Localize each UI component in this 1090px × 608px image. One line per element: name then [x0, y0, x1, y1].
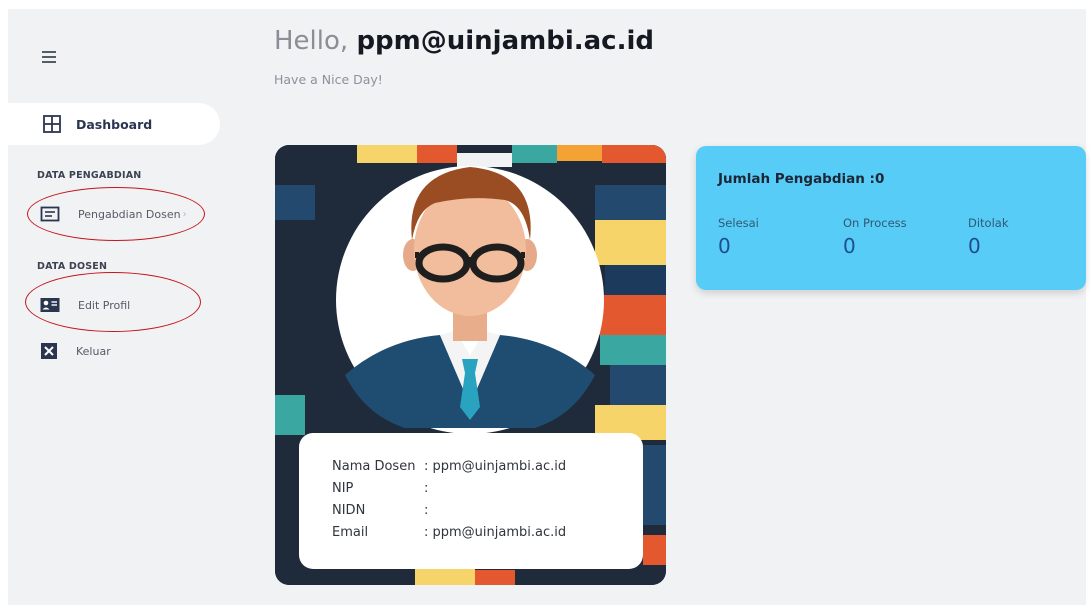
sidebar-item-label: Dashboard	[76, 116, 153, 132]
stat-value-ditolak: 0	[968, 234, 981, 258]
section-title-data-pengabdian: DATA PENGABDIAN	[37, 170, 142, 181]
annotation-circle-pengabdian	[27, 187, 205, 241]
sidebar-item-keluar[interactable]: Keluar	[40, 340, 111, 362]
greeting-heading: Hello, ppm@uinjambi.ac.id	[274, 26, 654, 56]
profile-row-nidn: NIDN:	[332, 503, 428, 518]
profile-key: NIP	[332, 481, 354, 496]
greeting-user: ppm@uinjambi.ac.id	[356, 26, 654, 56]
stat-label-ditolak: Ditolak	[968, 216, 1009, 230]
close-box-icon	[41, 343, 57, 359]
profile-value: :	[424, 481, 429, 496]
greeting-subtitle: Have a Nice Day!	[274, 72, 383, 87]
profile-row-email: Email : ppm@uinjambi.ac.id	[332, 525, 566, 540]
stat-value-on-process: 0	[843, 234, 856, 258]
sidebar-item-label: Keluar	[76, 344, 111, 358]
greeting-prefix: Hello,	[274, 26, 349, 56]
profile-key: Nama Dosen	[332, 459, 416, 474]
profile-value: :	[424, 503, 429, 518]
profile-key: NIDN	[332, 503, 366, 518]
sidebar-item-dashboard[interactable]: Dashboard	[8, 103, 220, 145]
profile-info-box: Nama Dosen : ppm@uinjambi.ac.id NIP: NIDN…	[299, 433, 643, 569]
stats-card: Jumlah Pengabdian :0 Selesai 0 On Proces…	[696, 146, 1086, 290]
profile-card: Nama Dosen : ppm@uinjambi.ac.id NIP: NIDN…	[275, 145, 666, 585]
section-title-data-dosen: DATA DOSEN	[37, 261, 108, 272]
hamburger-icon[interactable]	[42, 51, 56, 63]
annotation-circle-edit-profil	[25, 272, 201, 332]
profile-value: : ppm@uinjambi.ac.id	[424, 525, 567, 540]
stat-label-on-process: On Process	[843, 216, 907, 230]
stat-label-selesai: Selesai	[718, 216, 759, 230]
profile-row-nip: NIP:	[332, 481, 428, 496]
stats-title: Jumlah Pengabdian :0	[718, 171, 885, 187]
dashboard-grid-icon	[43, 115, 61, 133]
profile-row-nama: Nama Dosen : ppm@uinjambi.ac.id	[332, 459, 566, 474]
profile-value: : ppm@uinjambi.ac.id	[424, 459, 567, 474]
profile-key: Email	[332, 525, 369, 540]
stat-value-selesai: 0	[718, 234, 731, 258]
